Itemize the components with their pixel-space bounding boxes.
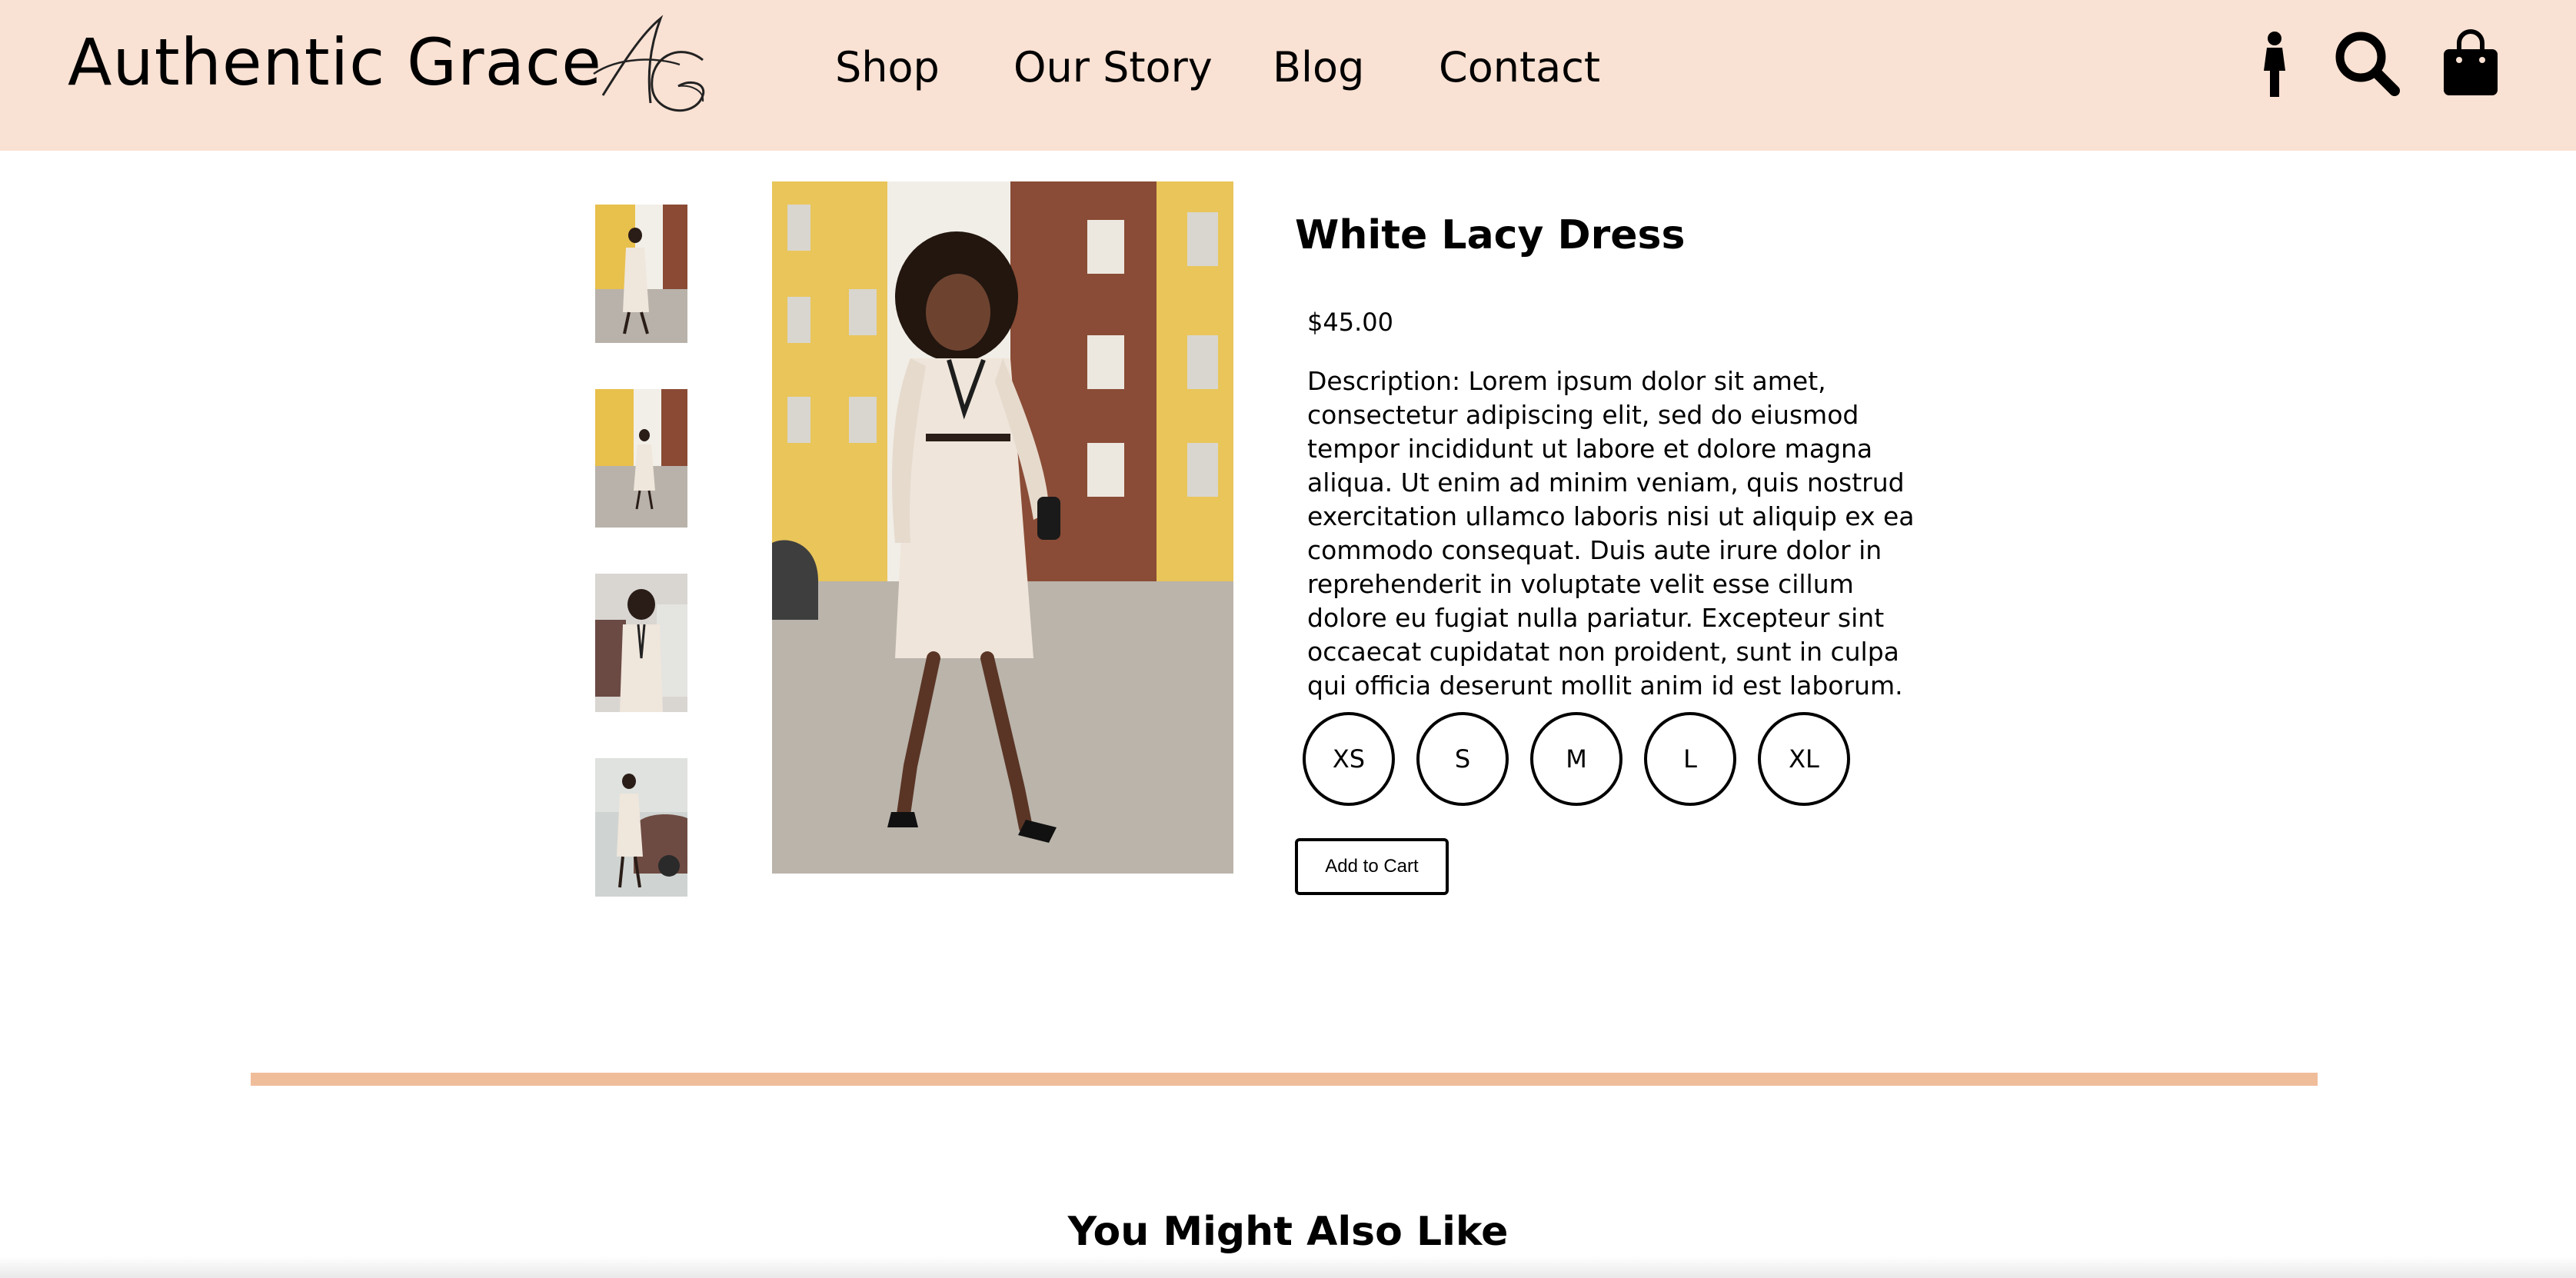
thumbnail-photo-1 (595, 205, 687, 343)
nav-shop[interactable]: Shop (835, 43, 940, 92)
search-icon[interactable] (2333, 29, 2401, 97)
thumbnail-photo-2 (595, 389, 687, 528)
size-option-m[interactable]: M (1530, 712, 1622, 806)
size-option-xs[interactable]: XS (1303, 712, 1395, 806)
site-header: Authentic Grace Shop Our Story Blog Cont… (0, 0, 2576, 151)
nav-our-story[interactable]: Our Story (1013, 43, 1213, 92)
monogram-logo (593, 15, 705, 112)
scroll-shadow (0, 1256, 2576, 1278)
thumbnail-1[interactable] (595, 205, 687, 343)
person-icon[interactable] (2256, 31, 2293, 97)
add-to-cart-button[interactable]: Add to Cart (1295, 838, 1449, 895)
main-product-image[interactable] (772, 181, 1233, 874)
size-option-xl[interactable]: XL (1758, 712, 1850, 806)
thumbnail-2[interactable] (595, 389, 687, 528)
nav-blog[interactable]: Blog (1273, 43, 1364, 92)
brand-name[interactable]: Authentic Grace (68, 25, 602, 100)
product-description: Description: Lorem ipsum dolor sit amet,… (1307, 366, 1915, 701)
thumbnail-photo-4 (595, 758, 687, 897)
thumbnail-photo-3 (595, 574, 687, 712)
thumbnail-3[interactable] (595, 574, 687, 712)
size-option-s[interactable]: S (1416, 712, 1509, 806)
product-title: White Lacy Dress (1295, 212, 1686, 258)
section-divider (251, 1073, 2318, 1086)
thumbnail-4[interactable] (595, 758, 687, 897)
size-option-l[interactable]: L (1644, 712, 1736, 806)
product-price: $45.00 (1307, 308, 1393, 337)
also-like-heading: You Might Also Like (1067, 1209, 1509, 1255)
product-photo (772, 181, 1233, 874)
nav-contact[interactable]: Contact (1439, 43, 1600, 92)
shopping-bag-icon[interactable] (2441, 29, 2501, 97)
